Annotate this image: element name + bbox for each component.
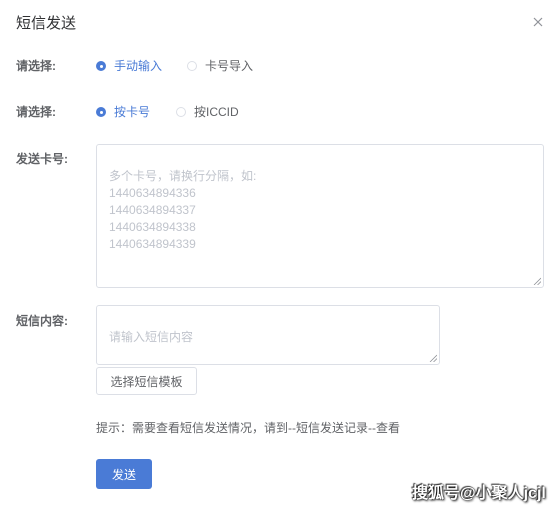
radio-by-card-number[interactable]: 按卡号 xyxy=(96,104,150,120)
resize-handle-icon[interactable] xyxy=(429,354,437,362)
radio-label: 按卡号 xyxy=(114,105,151,119)
input-mode-label: 请选择: xyxy=(16,59,56,73)
watermark: 搜狐号@小聚人jcjl xyxy=(412,485,546,502)
radio-label: 手动输入 xyxy=(114,59,163,73)
card-numbers-label: 发送卡号: xyxy=(16,152,68,166)
send-button[interactable]: 发送 xyxy=(96,459,152,489)
radio-by-iccid[interactable]: 按ICCID xyxy=(176,104,239,120)
sms-content-textarea[interactable]: 请输入短信内容 xyxy=(96,305,440,365)
sms-content-label: 短信内容: xyxy=(16,314,68,328)
radio-manual-input[interactable]: 手动输入 xyxy=(96,58,162,74)
close-icon xyxy=(533,17,543,27)
select-template-button[interactable]: 选择短信模板 xyxy=(96,367,197,395)
radio-unchecked-icon xyxy=(187,61,197,71)
dialog-title: 短信发送 xyxy=(16,15,77,32)
radio-card-import[interactable]: 卡号导入 xyxy=(187,58,253,74)
close-button[interactable] xyxy=(528,12,548,32)
radio-checked-icon xyxy=(96,107,106,117)
query-type-label: 请选择: xyxy=(16,105,56,119)
card-numbers-textarea[interactable]: 多个卡号，请换行分隔，如: 1440634894336 144063489433… xyxy=(96,144,544,288)
radio-checked-icon xyxy=(96,61,106,71)
sms-content-placeholder: 请输入短信内容 xyxy=(109,330,194,344)
radio-label: 卡号导入 xyxy=(205,59,254,73)
resize-handle-icon[interactable] xyxy=(533,277,541,285)
radio-unchecked-icon xyxy=(176,107,186,117)
card-numbers-placeholder: 多个卡号，请换行分隔，如: 1440634894336 144063489433… xyxy=(109,169,257,251)
tip-text: 提示：需要查看短信发送情况，请到--短信发送记录--查看 xyxy=(96,421,400,435)
radio-label: 按ICCID xyxy=(194,105,239,119)
